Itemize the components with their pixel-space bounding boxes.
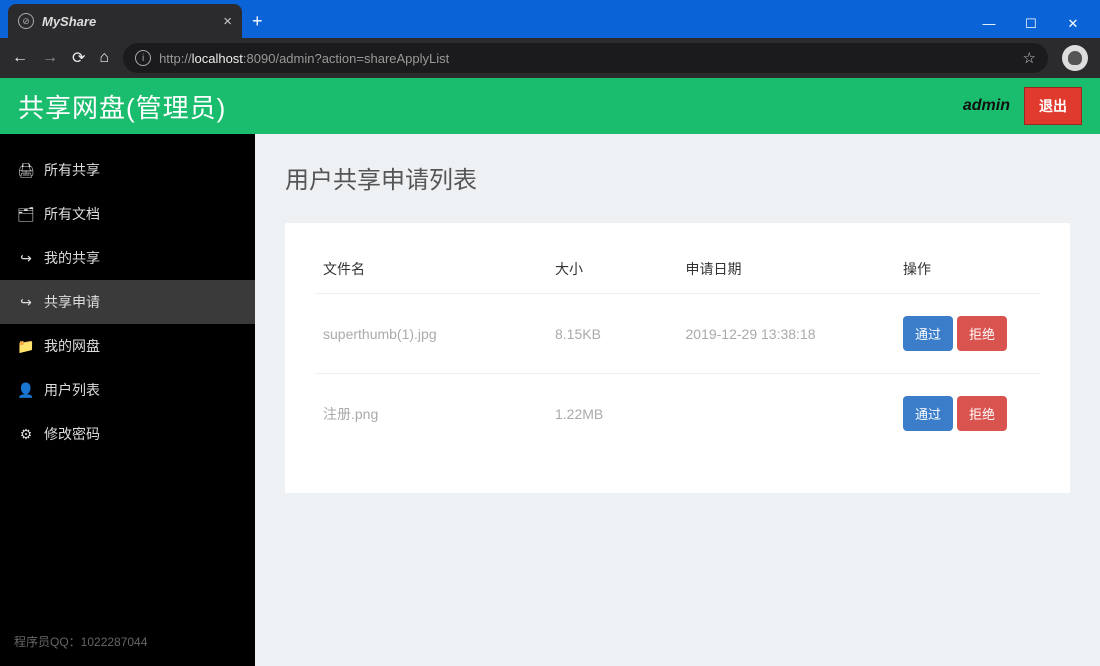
reject-button[interactable]: 拒绝 — [957, 396, 1007, 431]
folder-icon: 📁 — [18, 338, 34, 355]
username-label: admin — [963, 97, 1010, 115]
reject-button[interactable]: 拒绝 — [957, 316, 1007, 351]
close-window-icon[interactable]: ✕ — [1066, 16, 1080, 32]
col-ops: 操作 — [895, 245, 1040, 294]
app-header: 共享网盘(管理员) admin 退出 — [0, 78, 1100, 134]
minimize-icon[interactable]: — — [982, 16, 996, 32]
sidebar-item-4[interactable]: 📁 我的网盘 — [0, 324, 255, 368]
sidebar-item-6[interactable]: ⚙ 修改密码 — [0, 412, 255, 456]
logout-button[interactable]: 退出 — [1024, 87, 1082, 125]
sidebar-item-label: 我的网盘 — [44, 336, 100, 356]
cell-date — [678, 374, 896, 454]
table-row: 注册.png1.22MB 通过拒绝 — [315, 374, 1040, 454]
browser-titlebar: ⊘ MyShare × + — ☐ ✕ — [0, 0, 1100, 38]
browser-tab[interactable]: ⊘ MyShare × — [8, 4, 242, 38]
cell-size: 1.22MB — [547, 374, 678, 454]
main-content: 用户共享申请列表 文件名 大小 申请日期 操作 superthumb(1).jp… — [255, 134, 1100, 666]
col-date: 申请日期 — [678, 245, 896, 294]
share-icon: ↪ — [18, 250, 34, 267]
url-text: http://localhost:8090/admin?action=share… — [159, 51, 449, 66]
cell-ops: 通过拒绝 — [895, 294, 1040, 374]
sidebar-item-label: 用户列表 — [44, 380, 100, 400]
cell-filename: superthumb(1).jpg — [315, 294, 547, 374]
sidebar-item-label: 共享申请 — [44, 292, 100, 312]
forward-icon[interactable]: → — [42, 49, 58, 67]
user-icon: 👤 — [18, 382, 34, 399]
page-title: 用户共享申请列表 — [285, 160, 1070, 195]
cell-ops: 通过拒绝 — [895, 374, 1040, 454]
bookmark-icon[interactable]: ☆ — [1023, 49, 1036, 67]
globe-icon: ⊘ — [18, 13, 34, 29]
browser-toolbar: ← → ⟳ ⌂ i http://localhost:8090/admin?ac… — [0, 38, 1100, 78]
back-icon[interactable]: ← — [12, 49, 28, 67]
approve-button[interactable]: 通过 — [903, 316, 953, 351]
sidebar-item-label: 所有共享 — [44, 160, 100, 180]
col-filename: 文件名 — [315, 245, 547, 294]
app-title: 共享网盘(管理员) — [18, 88, 226, 125]
print-icon: 🖨 — [18, 162, 34, 179]
sidebar-item-label: 修改密码 — [44, 424, 100, 444]
sidebar-item-label: 所有文档 — [44, 204, 100, 224]
requests-table: 文件名 大小 申请日期 操作 superthumb(1).jpg8.15KB20… — [315, 245, 1040, 453]
share-icon: ↪ — [18, 294, 34, 311]
gear-icon: ⚙ — [18, 426, 34, 443]
sidebar-item-5[interactable]: 👤 用户列表 — [0, 368, 255, 412]
sidebar: 🖨 所有共享 🗂 所有文档 ↪ 我的共享 ↪ 共享申请 📁 我的网盘 👤 用户列表 ⚙ 修改密码 程序员Q… — [0, 134, 255, 666]
cell-date: 2019-12-29 13:38:18 — [678, 294, 896, 374]
new-tab-button[interactable]: + — [252, 11, 263, 32]
cell-size: 8.15KB — [547, 294, 678, 374]
sidebar-item-2[interactable]: ↪ 我的共享 — [0, 236, 255, 280]
sidebar-item-label: 我的共享 — [44, 248, 100, 268]
approve-button[interactable]: 通过 — [903, 396, 953, 431]
user-area: admin 退出 — [963, 87, 1082, 125]
sidebar-item-3[interactable]: ↪ 共享申请 — [0, 280, 255, 324]
table-panel: 文件名 大小 申请日期 操作 superthumb(1).jpg8.15KB20… — [285, 223, 1070, 493]
table-row: superthumb(1).jpg8.15KB2019-12-29 13:38:… — [315, 294, 1040, 374]
tab-title: MyShare — [42, 14, 215, 29]
reload-icon[interactable]: ⟳ — [72, 48, 85, 68]
info-icon[interactable]: i — [135, 50, 151, 66]
sidebar-item-0[interactable]: 🖨 所有共享 — [0, 148, 255, 192]
sidebar-item-1[interactable]: 🗂 所有文档 — [0, 192, 255, 236]
maximize-icon[interactable]: ☐ — [1024, 16, 1038, 32]
files-icon: 🗂 — [18, 206, 34, 223]
home-icon[interactable]: ⌂ — [99, 49, 109, 67]
close-icon[interactable]: × — [223, 13, 232, 30]
cell-filename: 注册.png — [315, 374, 547, 454]
url-field[interactable]: i http://localhost:8090/admin?action=sha… — [123, 43, 1048, 73]
sidebar-footer: 程序员QQ：1022287044 — [0, 617, 255, 666]
col-size: 大小 — [547, 245, 678, 294]
window-controls: — ☐ ✕ — [982, 16, 1100, 32]
profile-avatar[interactable] — [1062, 45, 1088, 71]
